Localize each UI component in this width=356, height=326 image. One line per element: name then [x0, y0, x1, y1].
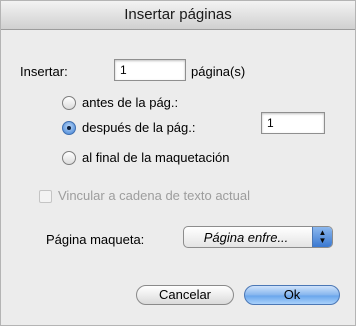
radio-button[interactable] — [62, 96, 76, 110]
master-page-label: Página maqueta: — [46, 232, 145, 247]
insert-label: Insertar: — [20, 64, 68, 79]
radio-button-selected[interactable] — [62, 121, 76, 135]
radio-button[interactable] — [62, 151, 76, 165]
insert-pages-dialog: Insertar páginas Insertar: página(s) ant… — [0, 0, 356, 326]
master-page-value: Página enfre... — [203, 230, 289, 245]
title-bar[interactable]: Insertar páginas — [1, 1, 355, 30]
radio-after-page-label: después de la pág.: — [82, 120, 196, 135]
cancel-button[interactable]: Cancelar — [136, 285, 234, 305]
radio-end-of-layout-label: al final de la maquetación — [82, 150, 230, 165]
radio-selected-dot — [67, 126, 71, 130]
master-page-popup[interactable]: Página enfre... ▲ ▼ — [183, 226, 333, 248]
insert-count-input[interactable] — [114, 59, 186, 81]
ok-button[interactable]: Ok — [244, 285, 340, 305]
radio-before-page-label: antes de la pág.: — [82, 95, 179, 110]
link-text-chain-label: Vincular a cadena de texto actual — [58, 188, 251, 203]
popup-arrows-icon: ▲ ▼ — [312, 227, 332, 247]
pages-unit-label: página(s) — [191, 64, 246, 79]
link-text-chain-checkbox[interactable] — [39, 190, 52, 203]
dialog-title: Insertar páginas — [124, 6, 232, 23]
after-page-number-input[interactable] — [261, 112, 325, 134]
